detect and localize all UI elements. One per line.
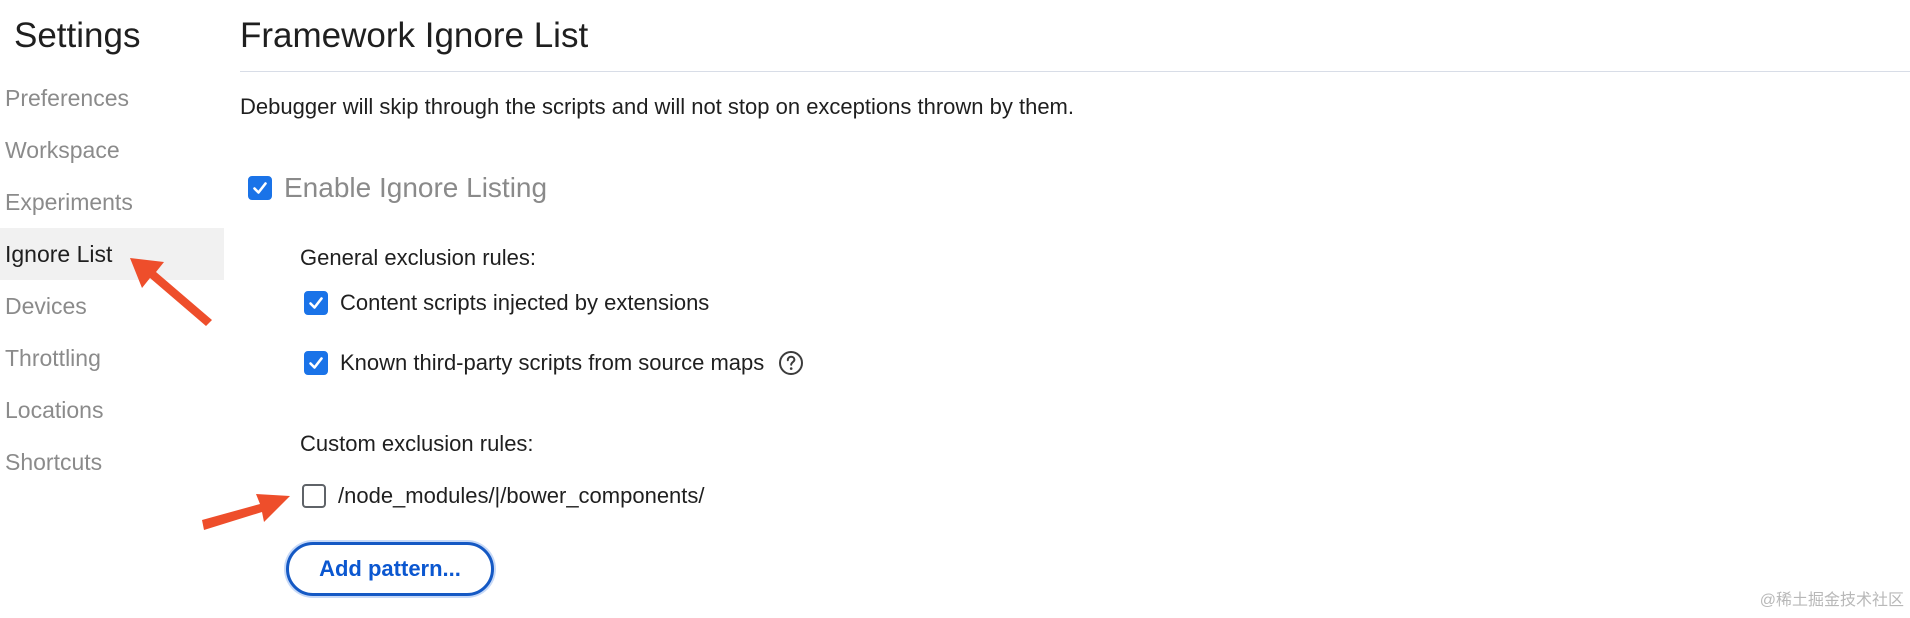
third-party-scripts-checkbox[interactable]	[304, 351, 328, 375]
enable-ignore-listing-checkbox[interactable]	[248, 176, 272, 200]
settings-sidebar: Settings Preferences Workspace Experimen…	[0, 0, 224, 618]
pattern-text-after-cursor: /bower_components/	[500, 483, 705, 508]
add-pattern-button[interactable]: Add pattern...	[286, 542, 494, 596]
help-circle-icon[interactable]	[778, 350, 804, 376]
sidebar-nav: Preferences Workspace Experiments Ignore…	[0, 72, 224, 488]
sidebar-item-devices[interactable]: Devices	[0, 280, 224, 332]
sidebar-item-experiments[interactable]: Experiments	[0, 176, 224, 228]
pattern-text-before-cursor: /node_modules/|	[338, 483, 501, 508]
sidebar-title: Settings	[14, 16, 141, 55]
title-divider	[240, 71, 1910, 72]
sidebar-item-locations[interactable]: Locations	[0, 384, 224, 436]
custom-pattern-row[interactable]: /node_modules/|/bower_components/	[302, 483, 705, 509]
sidebar-item-preferences[interactable]: Preferences	[0, 72, 224, 124]
checkmark-icon	[309, 357, 323, 369]
custom-pattern-checkbox[interactable]	[302, 484, 326, 508]
checkmark-icon	[253, 182, 267, 194]
enable-ignore-listing-label: Enable Ignore Listing	[284, 172, 548, 203]
checkmark-icon	[309, 297, 323, 309]
settings-page: Settings Preferences Workspace Experimen…	[0, 0, 1910, 618]
enable-ignore-listing-row[interactable]: Enable Ignore Listing	[248, 172, 547, 204]
content-scripts-row[interactable]: Content scripts injected by extensions	[304, 290, 709, 316]
third-party-scripts-label: Known third-party scripts from source ma…	[340, 350, 765, 375]
sidebar-item-throttling[interactable]: Throttling	[0, 332, 224, 384]
page-title: Framework Ignore List	[240, 16, 589, 55]
custom-pattern-text[interactable]: /node_modules/|/bower_components/	[338, 483, 705, 509]
panel-description: Debugger will skip through the scripts a…	[240, 94, 1074, 119]
watermark: @稀土掘金技术社区	[1759, 592, 1904, 609]
content-scripts-label: Content scripts injected by extensions	[340, 290, 710, 315]
sidebar-item-ignore-list[interactable]: Ignore List	[0, 228, 224, 280]
custom-exclusion-rules-label: Custom exclusion rules:	[300, 431, 534, 456]
ignore-list-panel: Framework Ignore List Debugger will skip…	[240, 0, 1910, 618]
sidebar-item-shortcuts[interactable]: Shortcuts	[0, 436, 224, 488]
content-scripts-checkbox[interactable]	[304, 291, 328, 315]
general-exclusion-rules-label: General exclusion rules:	[300, 245, 537, 270]
sidebar-item-workspace[interactable]: Workspace	[0, 124, 224, 176]
third-party-scripts-row[interactable]: Known third-party scripts from source ma…	[304, 350, 804, 376]
